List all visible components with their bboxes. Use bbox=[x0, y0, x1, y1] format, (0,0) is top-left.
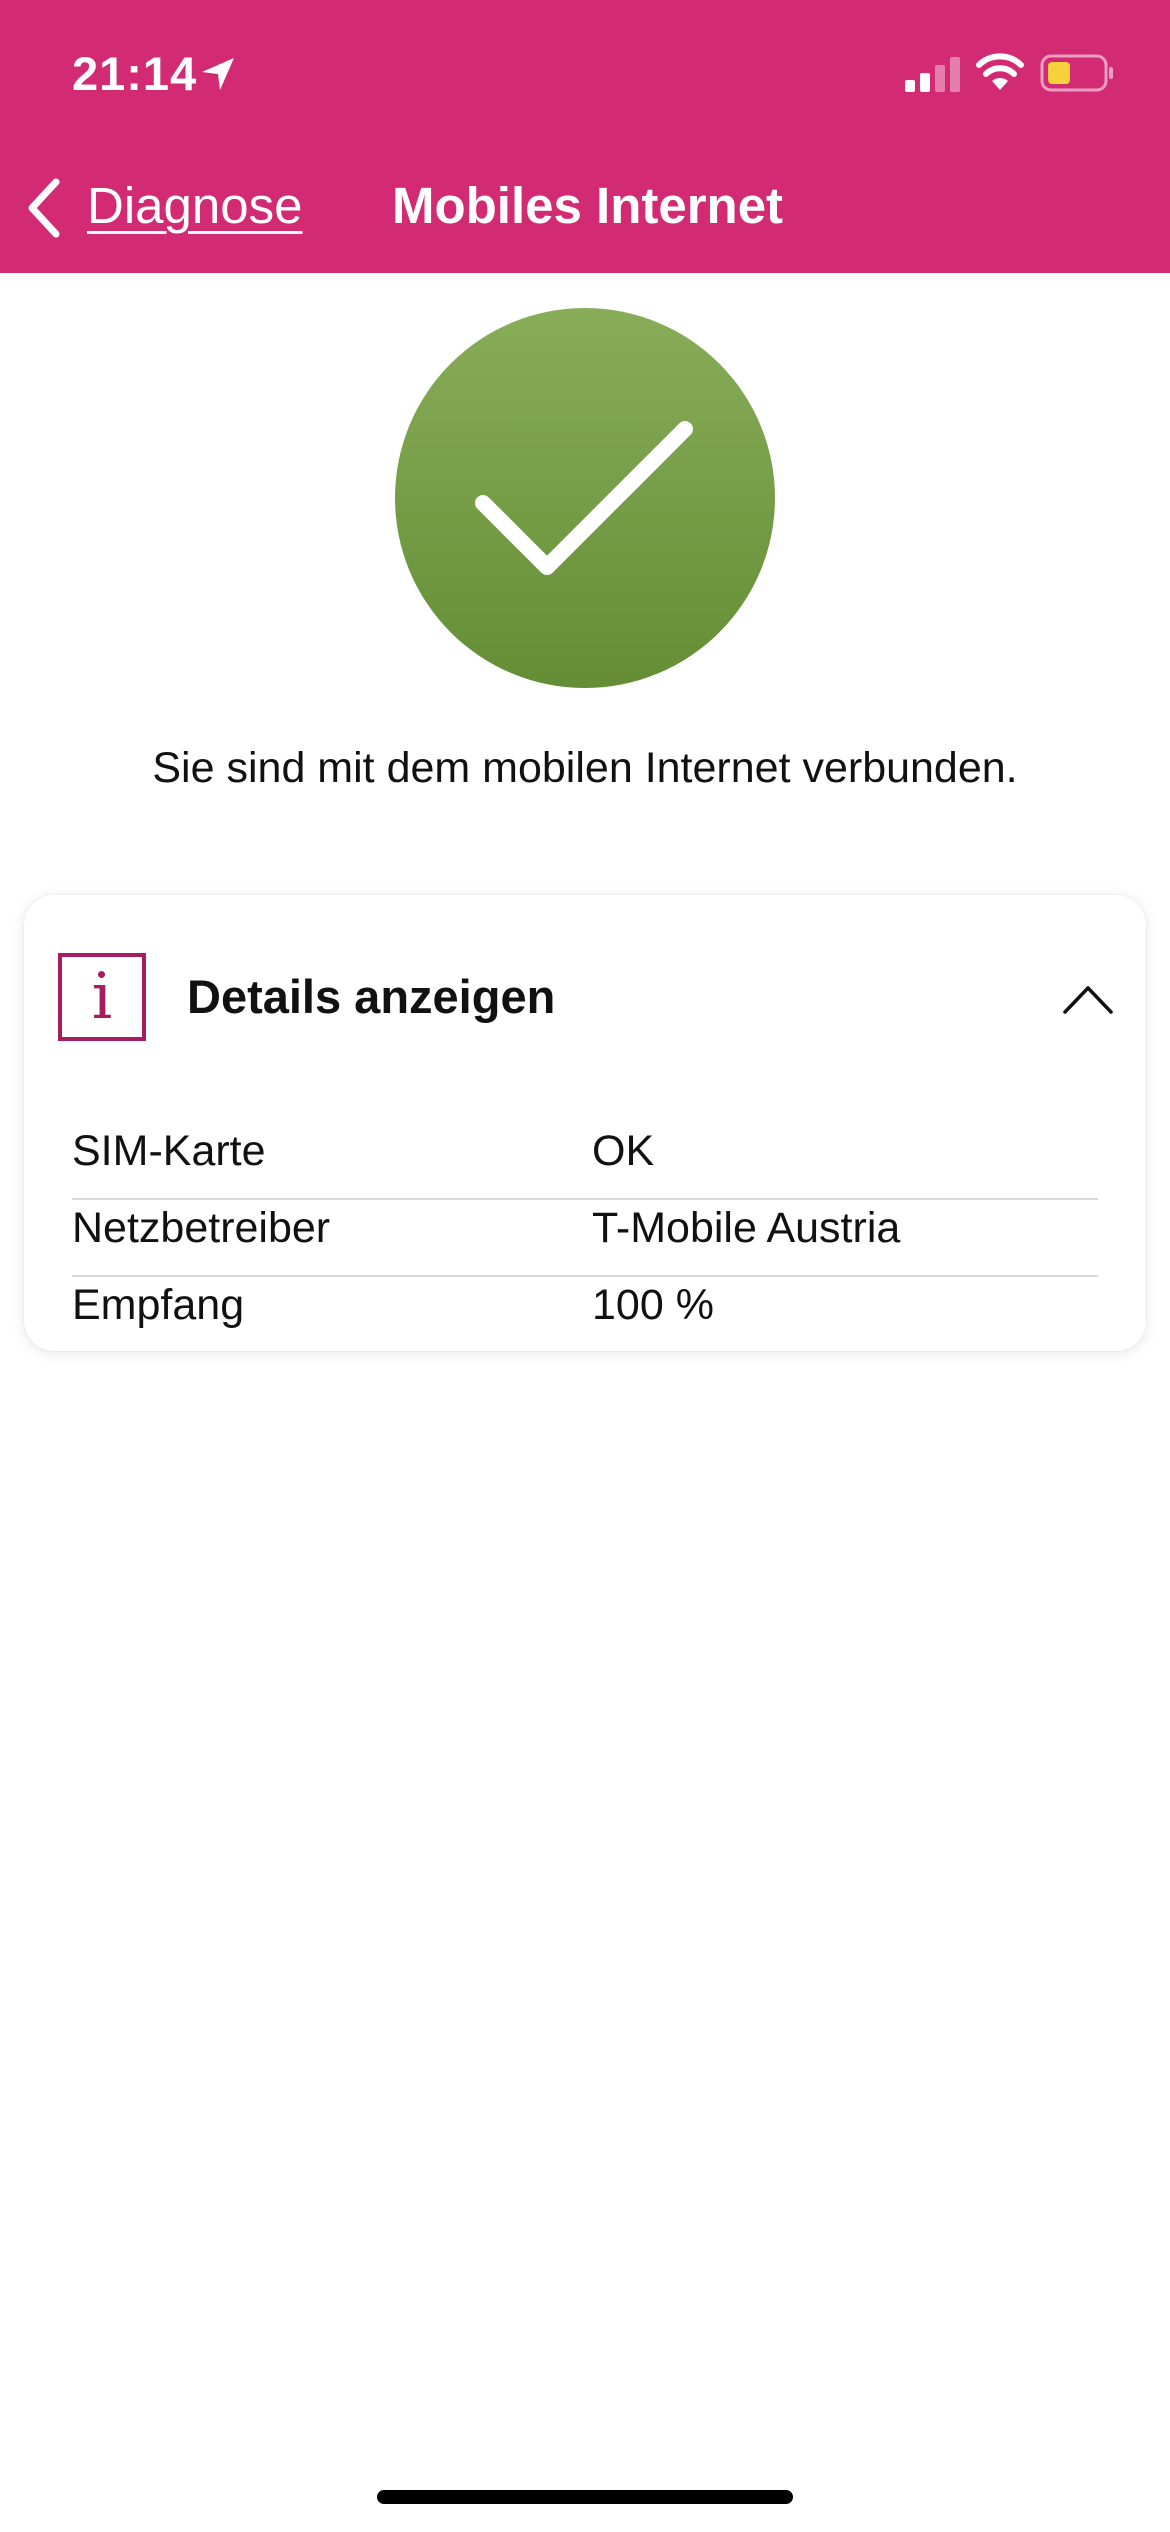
info-icon: i bbox=[58, 953, 146, 1041]
chevron-left-icon[interactable] bbox=[24, 178, 64, 238]
checkmark-circle-icon bbox=[395, 308, 775, 688]
detail-value: 100 % bbox=[592, 1281, 714, 1329]
cellular-signal-icon bbox=[905, 57, 960, 92]
chevron-up-icon[interactable] bbox=[1062, 983, 1114, 1015]
back-button[interactable]: Diagnose bbox=[87, 176, 302, 235]
status-time: 21:14 bbox=[72, 47, 198, 100]
detail-label: SIM-Karte bbox=[72, 1127, 266, 1175]
detail-label: Empfang bbox=[72, 1281, 245, 1329]
battery-low-icon bbox=[1040, 54, 1113, 92]
detail-value: OK bbox=[592, 1127, 655, 1175]
details-list: SIM-Karte OK Netzbetreiber T-Mobile Aust… bbox=[72, 1123, 1098, 1354]
top-bar: 21:14 Diagnose Mobiles Internet bbox=[0, 0, 1170, 273]
wifi-icon bbox=[976, 53, 1024, 90]
page-title: Mobiles Internet bbox=[392, 177, 784, 234]
detail-row-sim: SIM-Karte OK bbox=[72, 1123, 1098, 1200]
home-indicator[interactable] bbox=[377, 2490, 793, 2504]
detail-label: Netzbetreiber bbox=[72, 1204, 331, 1252]
details-card: i Details anzeigen SIM-Karte OK Netzbetr… bbox=[24, 895, 1146, 1351]
detail-value: T-Mobile Austria bbox=[592, 1204, 901, 1252]
location-arrow-icon bbox=[202, 58, 234, 90]
connection-status-message: Sie sind mit dem mobilen Internet verbun… bbox=[152, 744, 1018, 792]
details-toggle-title[interactable]: Details anzeigen bbox=[187, 969, 555, 1024]
detail-row-reception: Empfang 100 % bbox=[72, 1277, 1098, 1354]
detail-row-operator: Netzbetreiber T-Mobile Austria bbox=[72, 1200, 1098, 1277]
